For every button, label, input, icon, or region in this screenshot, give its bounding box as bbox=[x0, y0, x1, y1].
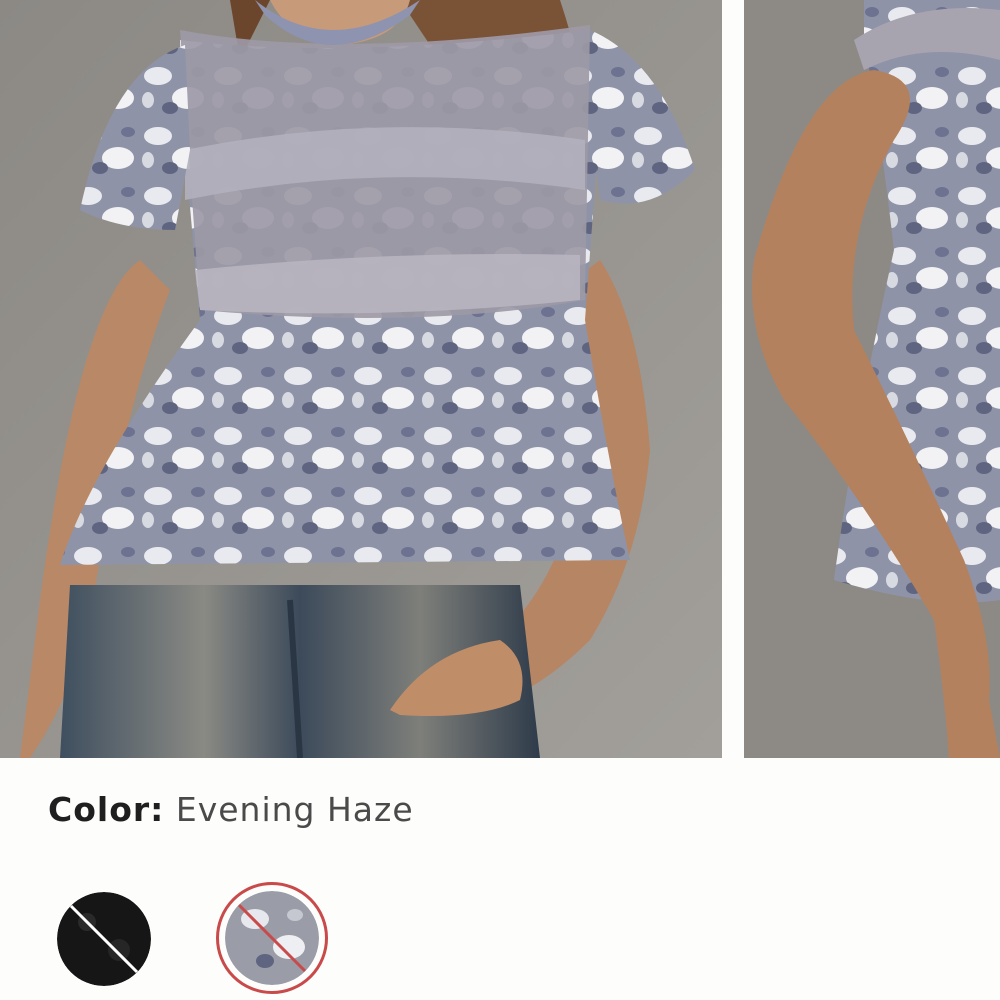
product-image-side[interactable] bbox=[744, 0, 1000, 758]
product-image-carousel[interactable] bbox=[0, 0, 1000, 758]
selected-color-name: Evening Haze bbox=[175, 790, 414, 829]
swatch-evening-haze-unavailable-icon bbox=[225, 891, 319, 985]
product-image-front[interactable] bbox=[0, 0, 722, 758]
color-swatch-evening-haze[interactable] bbox=[225, 891, 319, 985]
color-swatch-black[interactable] bbox=[57, 892, 151, 986]
swatch-black-unavailable-icon bbox=[57, 892, 151, 986]
color-selection-label: Color: Evening Haze bbox=[48, 790, 414, 829]
color-swatch-list bbox=[0, 880, 1000, 1000]
color-label: Color: bbox=[48, 790, 165, 829]
